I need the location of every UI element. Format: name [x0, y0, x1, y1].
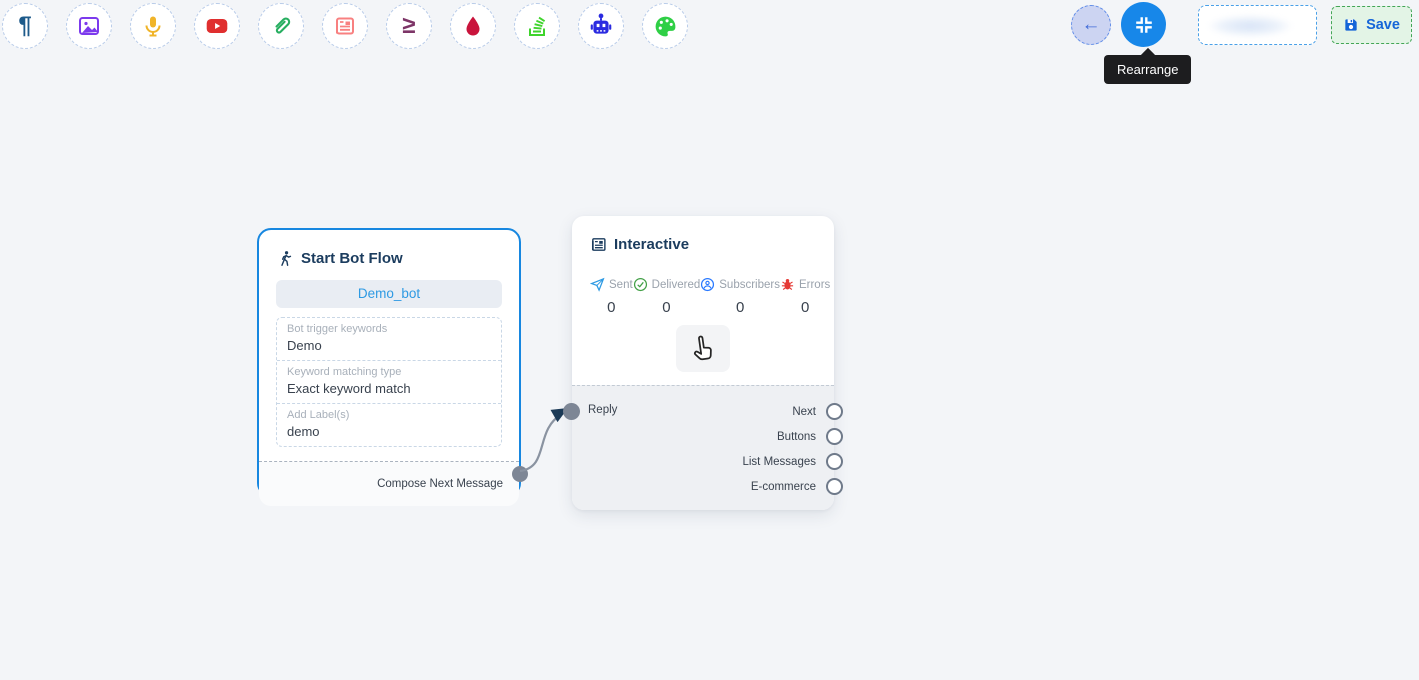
toolbar-video-element-button[interactable]: [194, 3, 240, 49]
field-value: demo: [287, 424, 491, 439]
output-row-buttons: Buttons: [777, 428, 843, 445]
hand-cursor-icon: [686, 332, 720, 366]
compose-next-message-port[interactable]: [512, 466, 528, 482]
stat-value: 0: [607, 299, 615, 316]
toolbar-sequence-element-button[interactable]: [514, 3, 560, 49]
toolbar-audio-element-button[interactable]: [130, 3, 176, 49]
toolbar-drip-element-button[interactable]: [450, 3, 496, 49]
output-row-ecommerce: E-commerce: [751, 478, 843, 495]
image-icon: [77, 14, 101, 38]
paper-plane-icon: [590, 277, 605, 292]
blurred-flow-name: [1207, 15, 1293, 37]
stat-label: Subscribers: [719, 279, 780, 291]
stat-label: Sent: [609, 279, 633, 291]
start-node-header: Start Bot Flow: [259, 230, 519, 267]
toolbar-condition-element-button[interactable]: ≥: [386, 3, 432, 49]
user-circle-icon: [700, 277, 715, 292]
save-button[interactable]: Save: [1331, 6, 1412, 44]
hover-highlight: [676, 325, 730, 372]
stat-label: Errors: [799, 279, 830, 291]
check-circle-icon: [633, 277, 648, 292]
walking-person-icon: [277, 250, 294, 267]
stats-row: Sent 0 Delivered 0 Subscribers: [572, 253, 834, 316]
greater-equal-icon: ≥: [402, 14, 415, 38]
start-node-title: Start Bot Flow: [301, 250, 403, 267]
list-messages-output-port[interactable]: [826, 453, 843, 470]
stat-value: 0: [662, 299, 670, 316]
palette-icon: [653, 14, 678, 39]
rearrange-button[interactable]: [1121, 2, 1166, 47]
element-toolbar: ¶ ≥: [2, 3, 688, 49]
back-arrow-icon: ←: [1082, 14, 1101, 36]
reply-input-port[interactable]: [563, 403, 580, 420]
robot-icon: [588, 13, 614, 39]
bot-name-field[interactable]: Demo_bot: [276, 280, 502, 308]
field-bot-trigger-keywords[interactable]: Bot trigger keywords Demo: [277, 318, 501, 361]
output-row-list-messages: List Messages: [742, 453, 843, 470]
stat-label: Delivered: [652, 279, 701, 291]
output-label: Next: [792, 406, 816, 418]
start-bot-flow-node[interactable]: Start Bot Flow Demo_bot Bot trigger keyw…: [257, 228, 521, 497]
toolbar-file-element-button[interactable]: [258, 3, 304, 49]
water-drop-icon: [461, 14, 485, 38]
paperclip-icon: [269, 14, 293, 38]
stat-value: 0: [736, 299, 744, 316]
microphone-icon: [141, 14, 165, 38]
compose-next-message-label: Compose Next Message: [259, 462, 519, 506]
ecommerce-output-port[interactable]: [826, 478, 843, 495]
field-label: Keyword matching type: [287, 366, 491, 378]
toolbar-bot-element-button[interactable]: [578, 3, 624, 49]
rearrange-tooltip: Rearrange: [1104, 55, 1191, 84]
floppy-disk-icon: [1343, 17, 1359, 33]
newspaper-card-icon: [333, 14, 357, 38]
stack-icon: [525, 14, 549, 38]
output-label: Buttons: [777, 431, 816, 443]
output-label: List Messages: [742, 456, 816, 468]
field-keyword-matching-type[interactable]: Keyword matching type Exact keyword matc…: [277, 361, 501, 404]
interactive-node-title: Interactive: [614, 236, 689, 253]
stat-value: 0: [801, 299, 809, 316]
interactive-icon: [590, 236, 607, 253]
output-label: E-commerce: [751, 481, 816, 493]
youtube-icon: [204, 13, 230, 39]
field-add-labels[interactable]: Add Label(s) demo: [277, 404, 501, 446]
interactive-node-header: Interactive: [572, 216, 834, 253]
field-value: Exact keyword match: [287, 381, 491, 396]
save-button-label: Save: [1366, 17, 1400, 33]
stat-delivered: Delivered 0: [633, 277, 701, 316]
toolbar-theme-element-button[interactable]: [642, 3, 688, 49]
toolbar-card-element-button[interactable]: [322, 3, 368, 49]
back-button[interactable]: ←: [1071, 5, 1111, 45]
field-value: Demo: [287, 338, 491, 353]
compress-icon: [1133, 14, 1155, 36]
field-label: Add Label(s): [287, 409, 491, 421]
flow-name-input[interactable]: [1198, 5, 1317, 45]
output-row-next: Next: [792, 403, 843, 420]
interactive-node[interactable]: Interactive Sent 0 Delivered 0: [572, 216, 834, 510]
pilcrow-icon: ¶: [18, 14, 31, 38]
toolbar-image-element-button[interactable]: [66, 3, 112, 49]
stat-sent: Sent 0: [590, 277, 633, 316]
stat-subscribers: Subscribers 0: [700, 277, 780, 316]
reply-port-label: Reply: [588, 404, 617, 416]
next-output-port[interactable]: [826, 403, 843, 420]
bug-icon: [780, 277, 795, 292]
buttons-output-port[interactable]: [826, 428, 843, 445]
stat-errors: Errors 0: [780, 277, 830, 316]
toolbar-text-element-button[interactable]: ¶: [2, 3, 48, 49]
field-label: Bot trigger keywords: [287, 323, 491, 335]
start-node-fields: Bot trigger keywords Demo Keyword matchi…: [276, 317, 502, 447]
